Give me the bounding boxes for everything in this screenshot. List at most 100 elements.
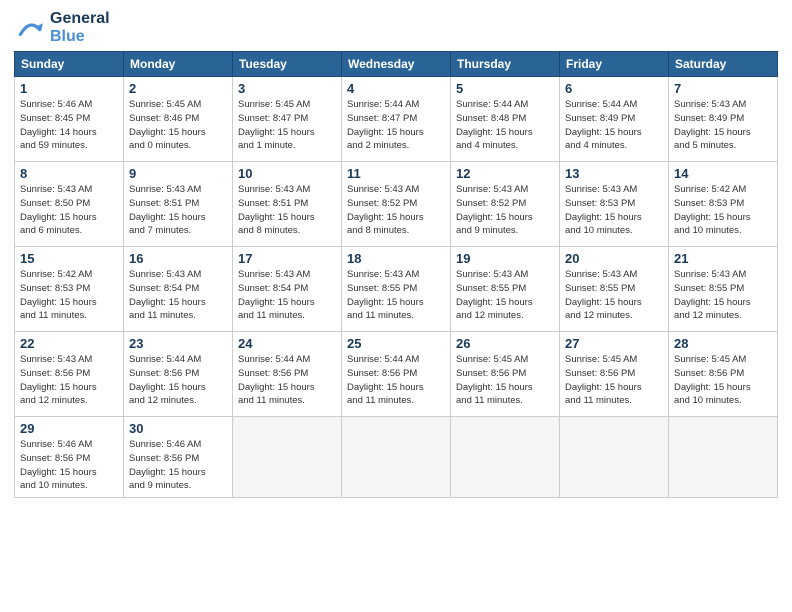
cell-info: Sunrise: 5:43 AM Sunset: 8:56 PM Dayligh… (20, 353, 118, 408)
calendar-cell: 30 Sunrise: 5:46 AM Sunset: 8:56 PM Dayli… (124, 417, 233, 498)
week-row-3: 15 Sunrise: 5:42 AM Sunset: 8:53 PM Dayli… (15, 247, 778, 332)
cell-info: Sunrise: 5:44 AM Sunset: 8:56 PM Dayligh… (347, 353, 445, 408)
col-header-wednesday: Wednesday (342, 52, 451, 77)
day-number: 18 (347, 251, 445, 266)
calendar-cell (451, 417, 560, 498)
calendar-cell: 18 Sunrise: 5:43 AM Sunset: 8:55 PM Dayli… (342, 247, 451, 332)
calendar-cell: 23 Sunrise: 5:44 AM Sunset: 8:56 PM Dayli… (124, 332, 233, 417)
cell-info: Sunrise: 5:43 AM Sunset: 8:51 PM Dayligh… (238, 183, 336, 238)
calendar-cell: 5 Sunrise: 5:44 AM Sunset: 8:48 PM Daylig… (451, 77, 560, 162)
day-number: 23 (129, 336, 227, 351)
day-number: 27 (565, 336, 663, 351)
cell-info: Sunrise: 5:44 AM Sunset: 8:56 PM Dayligh… (129, 353, 227, 408)
cell-info: Sunrise: 5:45 AM Sunset: 8:47 PM Dayligh… (238, 98, 336, 153)
header: General Blue (14, 10, 778, 45)
day-number: 24 (238, 336, 336, 351)
calendar-cell: 4 Sunrise: 5:44 AM Sunset: 8:47 PM Daylig… (342, 77, 451, 162)
week-row-2: 8Sunrise: 5:43 AM Sunset: 8:50 PM Daylig… (15, 162, 778, 247)
cell-info: Sunrise: 5:44 AM Sunset: 8:47 PM Dayligh… (347, 98, 445, 153)
day-number: 7 (674, 81, 772, 96)
day-number: 21 (674, 251, 772, 266)
calendar-cell: 15 Sunrise: 5:42 AM Sunset: 8:53 PM Dayli… (15, 247, 124, 332)
cell-info: Sunrise: 5:44 AM Sunset: 8:56 PM Dayligh… (238, 353, 336, 408)
cell-info: Sunrise: 5:44 AM Sunset: 8:48 PM Dayligh… (456, 98, 554, 153)
day-number: 25 (347, 336, 445, 351)
day-number: 20 (565, 251, 663, 266)
col-header-monday: Monday (124, 52, 233, 77)
calendar-cell (342, 417, 451, 498)
cell-info: Sunrise: 5:45 AM Sunset: 8:56 PM Dayligh… (674, 353, 772, 408)
cell-info: Sunrise: 5:46 AM Sunset: 8:56 PM Dayligh… (20, 438, 118, 493)
page: General Blue SundayMondayTuesdayWednesda… (0, 0, 792, 612)
calendar-cell: 26 Sunrise: 5:45 AM Sunset: 8:56 PM Dayli… (451, 332, 560, 417)
calendar-cell (560, 417, 669, 498)
cell-info: Sunrise: 5:43 AM Sunset: 8:53 PM Dayligh… (565, 183, 663, 238)
col-header-tuesday: Tuesday (233, 52, 342, 77)
calendar-cell (669, 417, 778, 498)
cell-info: Sunrise: 5:43 AM Sunset: 8:55 PM Dayligh… (456, 268, 554, 323)
cell-info: Sunrise: 5:43 AM Sunset: 8:51 PM Dayligh… (129, 183, 227, 238)
cell-info: Sunrise: 5:43 AM Sunset: 8:54 PM Dayligh… (238, 268, 336, 323)
calendar-table: SundayMondayTuesdayWednesdayThursdayFrid… (14, 51, 778, 498)
calendar-cell: 9 Sunrise: 5:43 AM Sunset: 8:51 PM Daylig… (124, 162, 233, 247)
day-number: 1 (20, 81, 118, 96)
calendar-cell: 19 Sunrise: 5:43 AM Sunset: 8:55 PM Dayli… (451, 247, 560, 332)
logo-area: General Blue (14, 10, 110, 45)
day-number: 3 (238, 81, 336, 96)
calendar-cell: 7 Sunrise: 5:43 AM Sunset: 8:49 PM Daylig… (669, 77, 778, 162)
calendar-cell: 1 Sunrise: 5:46 AM Sunset: 8:45 PM Daylig… (15, 77, 124, 162)
day-number: 30 (129, 421, 227, 436)
cell-info: Sunrise: 5:45 AM Sunset: 8:56 PM Dayligh… (565, 353, 663, 408)
day-number: 17 (238, 251, 336, 266)
calendar-cell: 6 Sunrise: 5:44 AM Sunset: 8:49 PM Daylig… (560, 77, 669, 162)
col-header-sunday: Sunday (15, 52, 124, 77)
col-header-thursday: Thursday (451, 52, 560, 77)
cell-info: Sunrise: 5:43 AM Sunset: 8:52 PM Dayligh… (347, 183, 445, 238)
day-number: 2 (129, 81, 227, 96)
day-number: 9 (129, 166, 227, 181)
calendar-cell (233, 417, 342, 498)
day-number: 14 (674, 166, 772, 181)
calendar-cell: 8Sunrise: 5:43 AM Sunset: 8:50 PM Daylig… (15, 162, 124, 247)
day-number: 26 (456, 336, 554, 351)
cell-info: Sunrise: 5:46 AM Sunset: 8:56 PM Dayligh… (129, 438, 227, 493)
day-number: 11 (347, 166, 445, 181)
day-number: 15 (20, 251, 118, 266)
day-number: 22 (20, 336, 118, 351)
col-header-friday: Friday (560, 52, 669, 77)
day-number: 5 (456, 81, 554, 96)
day-number: 10 (238, 166, 336, 181)
day-number: 13 (565, 166, 663, 181)
calendar-cell: 29 Sunrise: 5:46 AM Sunset: 8:56 PM Dayli… (15, 417, 124, 498)
day-number: 16 (129, 251, 227, 266)
calendar-cell: 28 Sunrise: 5:45 AM Sunset: 8:56 PM Dayli… (669, 332, 778, 417)
cell-info: Sunrise: 5:43 AM Sunset: 8:49 PM Dayligh… (674, 98, 772, 153)
calendar-cell: 21Sunrise: 5:43 AM Sunset: 8:55 PM Dayli… (669, 247, 778, 332)
calendar-cell: 2 Sunrise: 5:45 AM Sunset: 8:46 PM Daylig… (124, 77, 233, 162)
calendar-cell: 3 Sunrise: 5:45 AM Sunset: 8:47 PM Daylig… (233, 77, 342, 162)
cell-info: Sunrise: 5:42 AM Sunset: 8:53 PM Dayligh… (20, 268, 118, 323)
day-number: 28 (674, 336, 772, 351)
day-number: 19 (456, 251, 554, 266)
calendar-cell: 20Sunrise: 5:43 AM Sunset: 8:55 PM Dayli… (560, 247, 669, 332)
calendar-cell: 22 Sunrise: 5:43 AM Sunset: 8:56 PM Dayli… (15, 332, 124, 417)
week-row-1: 1 Sunrise: 5:46 AM Sunset: 8:45 PM Daylig… (15, 77, 778, 162)
cell-info: Sunrise: 5:45 AM Sunset: 8:46 PM Dayligh… (129, 98, 227, 153)
calendar-cell: 13 Sunrise: 5:43 AM Sunset: 8:53 PM Dayli… (560, 162, 669, 247)
cell-info: Sunrise: 5:43 AM Sunset: 8:54 PM Dayligh… (129, 268, 227, 323)
week-row-5: 29 Sunrise: 5:46 AM Sunset: 8:56 PM Dayli… (15, 417, 778, 498)
calendar-cell: 16 Sunrise: 5:43 AM Sunset: 8:54 PM Dayli… (124, 247, 233, 332)
logo-icon (14, 12, 46, 44)
cell-info: Sunrise: 5:46 AM Sunset: 8:45 PM Dayligh… (20, 98, 118, 153)
cell-info: Sunrise: 5:45 AM Sunset: 8:56 PM Dayligh… (456, 353, 554, 408)
cell-info: Sunrise: 5:44 AM Sunset: 8:49 PM Dayligh… (565, 98, 663, 153)
cell-info: Sunrise: 5:42 AM Sunset: 8:53 PM Dayligh… (674, 183, 772, 238)
day-number: 4 (347, 81, 445, 96)
day-number: 29 (20, 421, 118, 436)
calendar-cell: 11 Sunrise: 5:43 AM Sunset: 8:52 PM Dayli… (342, 162, 451, 247)
logo-text: General Blue (50, 10, 110, 45)
calendar-cell: 25 Sunrise: 5:44 AM Sunset: 8:56 PM Dayli… (342, 332, 451, 417)
cell-info: Sunrise: 5:43 AM Sunset: 8:55 PM Dayligh… (347, 268, 445, 323)
week-row-4: 22 Sunrise: 5:43 AM Sunset: 8:56 PM Dayli… (15, 332, 778, 417)
day-number: 6 (565, 81, 663, 96)
